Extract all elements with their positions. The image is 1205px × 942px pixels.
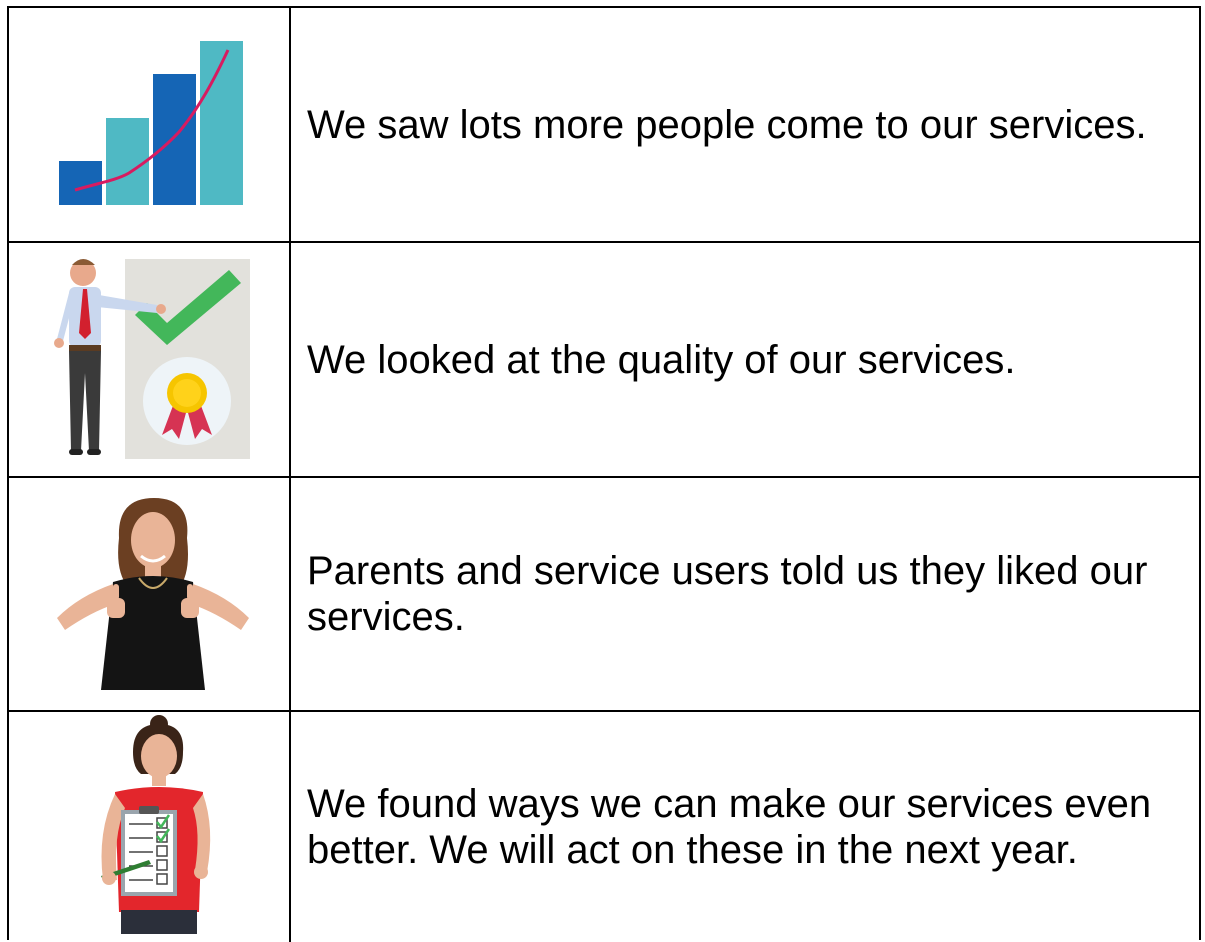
text-cell-1: We saw lots more people come to our serv… <box>307 8 1179 241</box>
row-text: We found ways we can make our services e… <box>307 782 1152 872</box>
easy-read-table: We saw lots more people come to our serv… <box>7 6 1201 942</box>
text-cell-4: We found ways we can make our services e… <box>307 712 1179 942</box>
table-row-2: We looked at the quality of our services… <box>9 243 1199 478</box>
table-row-4: We found ways we can make our services e… <box>9 712 1199 942</box>
table-row-1: We saw lots more people come to our serv… <box>9 8 1199 243</box>
growth-bar-chart-icon <box>59 41 243 205</box>
row-text: We looked at the quality of our services… <box>307 337 1016 382</box>
checklist-person-icon <box>101 715 211 934</box>
row-text: Parents and service users told us they l… <box>307 549 1148 639</box>
thumbs-up-person-icon <box>57 498 249 690</box>
icon-cell-4 <box>9 712 291 942</box>
text-cell-2: We looked at the quality of our services… <box>307 243 1179 476</box>
row-text: We saw lots more people come to our serv… <box>307 102 1147 147</box>
quality-check-award-icon <box>54 259 250 459</box>
icon-cell-2 <box>9 243 291 476</box>
icon-cell-1 <box>9 8 291 241</box>
text-cell-3: Parents and service users told us they l… <box>307 478 1179 710</box>
icon-cell-3 <box>9 478 291 710</box>
table-row-3: Parents and service users told us they l… <box>9 478 1199 712</box>
